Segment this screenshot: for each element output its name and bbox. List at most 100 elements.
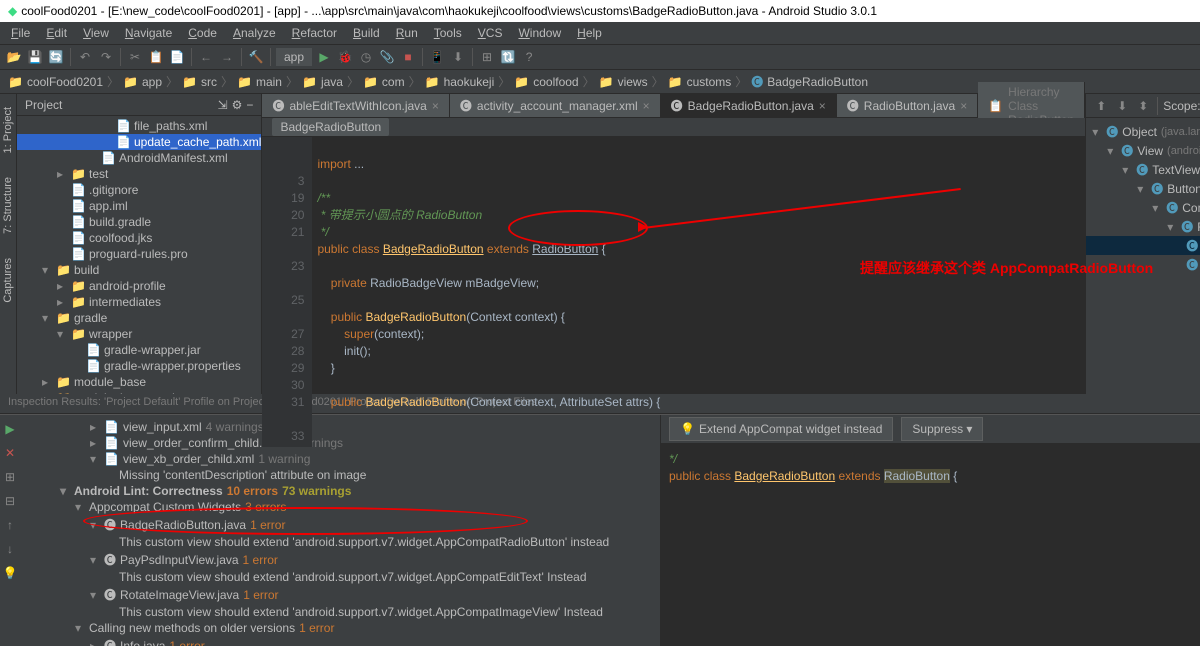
inspection-item[interactable]: ▾🅒RotateImageView.java 1 error bbox=[20, 585, 660, 604]
crumb-customs[interactable]: 📁 customs bbox=[668, 75, 732, 89]
crumb-app[interactable]: 📁 app bbox=[123, 75, 162, 89]
hier-item[interactable]: ▾🅒Object (java.lang) bbox=[1086, 122, 1200, 141]
editor-tab[interactable]: 🅒ableEditTextWithIcon.java× bbox=[262, 94, 449, 117]
tree-item[interactable]: ▾📁wrapper bbox=[17, 326, 261, 342]
copy-icon[interactable]: 📋 bbox=[147, 48, 165, 66]
collapse-insp-icon[interactable]: ⊟ bbox=[1, 492, 19, 510]
profile-icon[interactable]: ◷ bbox=[357, 48, 375, 66]
menu-vcs[interactable]: VCS bbox=[472, 24, 509, 42]
help-icon[interactable]: ? bbox=[520, 48, 538, 66]
tree-item[interactable]: 📄coolfood.jks bbox=[17, 230, 261, 246]
tree-item[interactable]: ▸📁android-profile bbox=[17, 278, 261, 294]
tab-captures[interactable]: Captures bbox=[0, 250, 16, 311]
crumb-java[interactable]: 📁 java bbox=[302, 75, 343, 89]
crumb-src[interactable]: 📁 src bbox=[182, 75, 217, 89]
bulb-icon[interactable]: 💡 bbox=[1, 564, 19, 582]
close-insp-icon[interactable]: ✕ bbox=[1, 444, 19, 462]
undo-icon[interactable]: ↶ bbox=[76, 48, 94, 66]
tree-item[interactable]: 📄.gitignore bbox=[17, 182, 261, 198]
scope-selector[interactable]: Scope: All ▾ bbox=[1163, 99, 1200, 113]
hierarchy-tree[interactable]: ▾🅒Object (java.lang)▾🅒View (android.view… bbox=[1086, 118, 1200, 394]
attach-icon[interactable]: 📎 bbox=[378, 48, 396, 66]
open-icon[interactable]: 📂 bbox=[5, 48, 23, 66]
inspection-item[interactable]: ▾🅒PayPsdInputView.java 1 error bbox=[20, 550, 660, 569]
build-icon[interactable]: 🔨 bbox=[247, 48, 265, 66]
sdk-icon[interactable]: ⬇ bbox=[449, 48, 467, 66]
tree-item[interactable]: 📄build.gradle bbox=[17, 214, 261, 230]
crumb-coolFood0201[interactable]: 📁 coolFood0201 bbox=[8, 75, 103, 89]
menu-run[interactable]: Run bbox=[390, 24, 424, 42]
crumb-main[interactable]: 📁 main bbox=[237, 75, 282, 89]
hier-item[interactable]: ▾🅒View (android.view) bbox=[1086, 141, 1200, 160]
tab-project[interactable]: 1: Project bbox=[0, 99, 16, 161]
stop-icon[interactable]: ■ bbox=[399, 48, 417, 66]
hier-item[interactable]: ▾🅒Button (android.widget) bbox=[1086, 179, 1200, 198]
menu-view[interactable]: View bbox=[77, 24, 115, 42]
hier-item[interactable]: ▾🅒CompoundButton (android.widget) bbox=[1086, 198, 1200, 217]
tree-item[interactable]: 📄AndroidManifest.xml bbox=[17, 150, 261, 166]
crumb-BadgeRadioButton[interactable]: 🅒 BadgeRadioButton bbox=[751, 73, 868, 90]
crumb-views[interactable]: 📁 views bbox=[599, 75, 648, 89]
menu-file[interactable]: File bbox=[5, 24, 36, 42]
hier-item[interactable]: ▾🅒RadioButton (android.widget) bbox=[1086, 217, 1200, 236]
menu-window[interactable]: Window bbox=[512, 24, 567, 42]
tree-item[interactable]: ▸📁intermediates bbox=[17, 294, 261, 310]
inspection-item[interactable]: This custom view should extend 'android.… bbox=[20, 604, 660, 620]
tree-item[interactable]: ▾📁build bbox=[17, 262, 261, 278]
gear-icon[interactable]: ⚙ bbox=[232, 98, 243, 112]
inspection-item[interactable]: ▾Calling new methods on older versions 1… bbox=[20, 620, 660, 636]
inspection-item[interactable]: This custom view should extend 'android.… bbox=[20, 569, 660, 585]
tree-item[interactable]: ▸📁module_base bbox=[17, 374, 261, 390]
inspection-item[interactable]: ▾🅒BadgeRadioButton.java 1 error bbox=[20, 515, 660, 534]
menu-help[interactable]: Help bbox=[571, 24, 608, 42]
sync-icon[interactable]: 🔄 bbox=[47, 48, 65, 66]
next-icon[interactable]: ↓ bbox=[1, 540, 19, 558]
inspection-item[interactable]: Missing 'contentDescription' attribute o… bbox=[20, 467, 660, 483]
hier-item[interactable]: ▾🅒TextView (android.widget) bbox=[1086, 160, 1200, 179]
menu-code[interactable]: Code bbox=[182, 24, 223, 42]
hide-icon[interactable]: − bbox=[246, 98, 253, 112]
hier-item[interactable]: 🅒BadgeRadioButton (com.haokukeji.coolfoo… bbox=[1086, 255, 1200, 274]
back-icon[interactable]: ← bbox=[197, 48, 215, 66]
crumb-com[interactable]: 📁 com bbox=[363, 75, 405, 89]
hier-item[interactable]: 🅒AppCompatRadioButton (android.support.v… bbox=[1086, 236, 1200, 255]
crumb-haokukeji[interactable]: 📁 haokukeji bbox=[425, 75, 495, 89]
tree-item[interactable]: ▾📁gradle bbox=[17, 310, 261, 326]
super-hier-icon[interactable]: ⬇ bbox=[1113, 97, 1131, 115]
menu-refactor[interactable]: Refactor bbox=[286, 24, 343, 42]
inspection-tree[interactable]: ▸📄view_input.xml 4 warnings▸📄view_order_… bbox=[20, 415, 660, 646]
project-tree[interactable]: 📄file_paths.xml📄update_cache_path.xml📄An… bbox=[17, 116, 261, 394]
menu-analyze[interactable]: Analyze bbox=[227, 24, 282, 42]
code-editor[interactable]: import import ...... /** * 带提示小圆点的 Radio… bbox=[312, 137, 1085, 447]
paste-icon[interactable]: 📄 bbox=[168, 48, 186, 66]
avd-icon[interactable]: 📱 bbox=[428, 48, 446, 66]
tree-item[interactable]: 📄update_cache_path.xml bbox=[17, 134, 261, 150]
run-config[interactable]: app bbox=[276, 48, 312, 66]
class-crumb[interactable]: BadgeRadioButton bbox=[272, 118, 389, 136]
crumb-coolfood[interactable]: 📁 coolfood bbox=[514, 75, 578, 89]
run-icon[interactable]: ▶ bbox=[315, 48, 333, 66]
editor-tab[interactable]: 🅒activity_account_manager.xml× bbox=[450, 94, 661, 117]
editor-tab[interactable]: 🅒BadgeRadioButton.java× bbox=[661, 94, 837, 117]
inspection-item[interactable]: ▾Android Lint: Correctness 10 errors 73 … bbox=[20, 483, 660, 499]
inspection-item[interactable]: ▸🅒Info.java 1 error bbox=[20, 636, 660, 646]
prev-icon[interactable]: ↑ bbox=[1, 516, 19, 534]
sync-gradle-icon[interactable]: 🔃 bbox=[499, 48, 517, 66]
menu-build[interactable]: Build bbox=[347, 24, 386, 42]
tree-item[interactable]: 📄app.iml bbox=[17, 198, 261, 214]
inspection-item[interactable]: ▾Appcompat Custom Widgets 3 errors bbox=[20, 499, 660, 515]
inspection-item[interactable]: This custom view should extend 'android.… bbox=[20, 534, 660, 550]
menu-edit[interactable]: Edit bbox=[40, 24, 73, 42]
class-hier-icon[interactable]: ⬆ bbox=[1092, 97, 1110, 115]
tree-item[interactable]: 📄proguard-rules.pro bbox=[17, 246, 261, 262]
tree-item[interactable]: ▸📁test bbox=[17, 166, 261, 182]
cut-icon[interactable]: ✂ bbox=[126, 48, 144, 66]
tree-item[interactable]: ▸📁module_image_selector bbox=[17, 390, 261, 394]
tree-item[interactable]: 📄gradle-wrapper.properties bbox=[17, 358, 261, 374]
debug-icon[interactable]: 🐞 bbox=[336, 48, 354, 66]
menu-navigate[interactable]: Navigate bbox=[119, 24, 178, 42]
expand-insp-icon[interactable]: ⊞ bbox=[1, 468, 19, 486]
inspection-item[interactable]: ▾📄view_xb_order_child.xml 1 warning bbox=[20, 451, 660, 467]
close-tab-icon[interactable]: × bbox=[432, 99, 439, 113]
close-tab-icon[interactable]: × bbox=[819, 99, 826, 113]
